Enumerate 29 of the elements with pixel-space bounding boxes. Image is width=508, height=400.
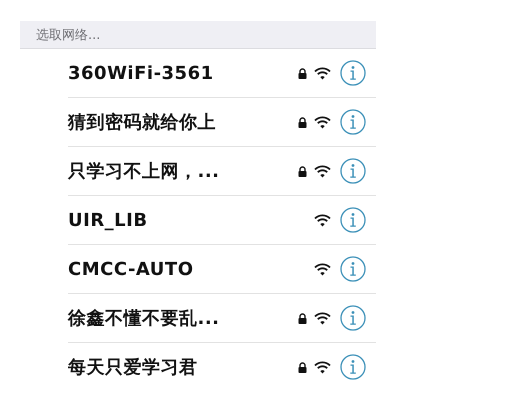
info-icon <box>340 256 366 282</box>
network-name[interactable]: 徐鑫不懂不要乱... <box>68 306 292 330</box>
section-header-title: 选取网络... <box>36 26 100 44</box>
wifi-icon <box>314 164 330 178</box>
info-button[interactable] <box>340 158 366 184</box>
info-button[interactable] <box>340 256 366 282</box>
info-icon <box>340 207 366 233</box>
info-icon <box>340 158 366 184</box>
wifi-icon <box>314 66 330 80</box>
info-button[interactable] <box>340 109 366 135</box>
info-button[interactable] <box>340 207 366 233</box>
network-name[interactable]: 猜到密码就给你上 <box>68 110 292 134</box>
wifi-icon <box>314 116 330 128</box>
info-icon <box>340 305 366 331</box>
network-name[interactable]: UIR_LIB <box>68 210 292 230</box>
info-button[interactable] <box>340 60 366 86</box>
network-name[interactable]: 360WiFi-3561 <box>68 62 292 84</box>
info-icon <box>340 354 366 380</box>
wifi-icon <box>314 262 330 276</box>
wifi-icon <box>314 360 330 374</box>
wifi-icon <box>314 312 330 324</box>
info-button[interactable] <box>340 354 366 380</box>
network-name[interactable]: 每天只爱学习君 <box>68 355 292 379</box>
network-name[interactable]: 只学习不上网，... <box>68 159 292 183</box>
info-button[interactable] <box>340 305 366 331</box>
wifi-icon <box>314 214 330 226</box>
info-icon <box>340 109 366 135</box>
info-icon <box>340 60 366 86</box>
network-name[interactable]: CMCC-AUTO <box>68 258 292 280</box>
